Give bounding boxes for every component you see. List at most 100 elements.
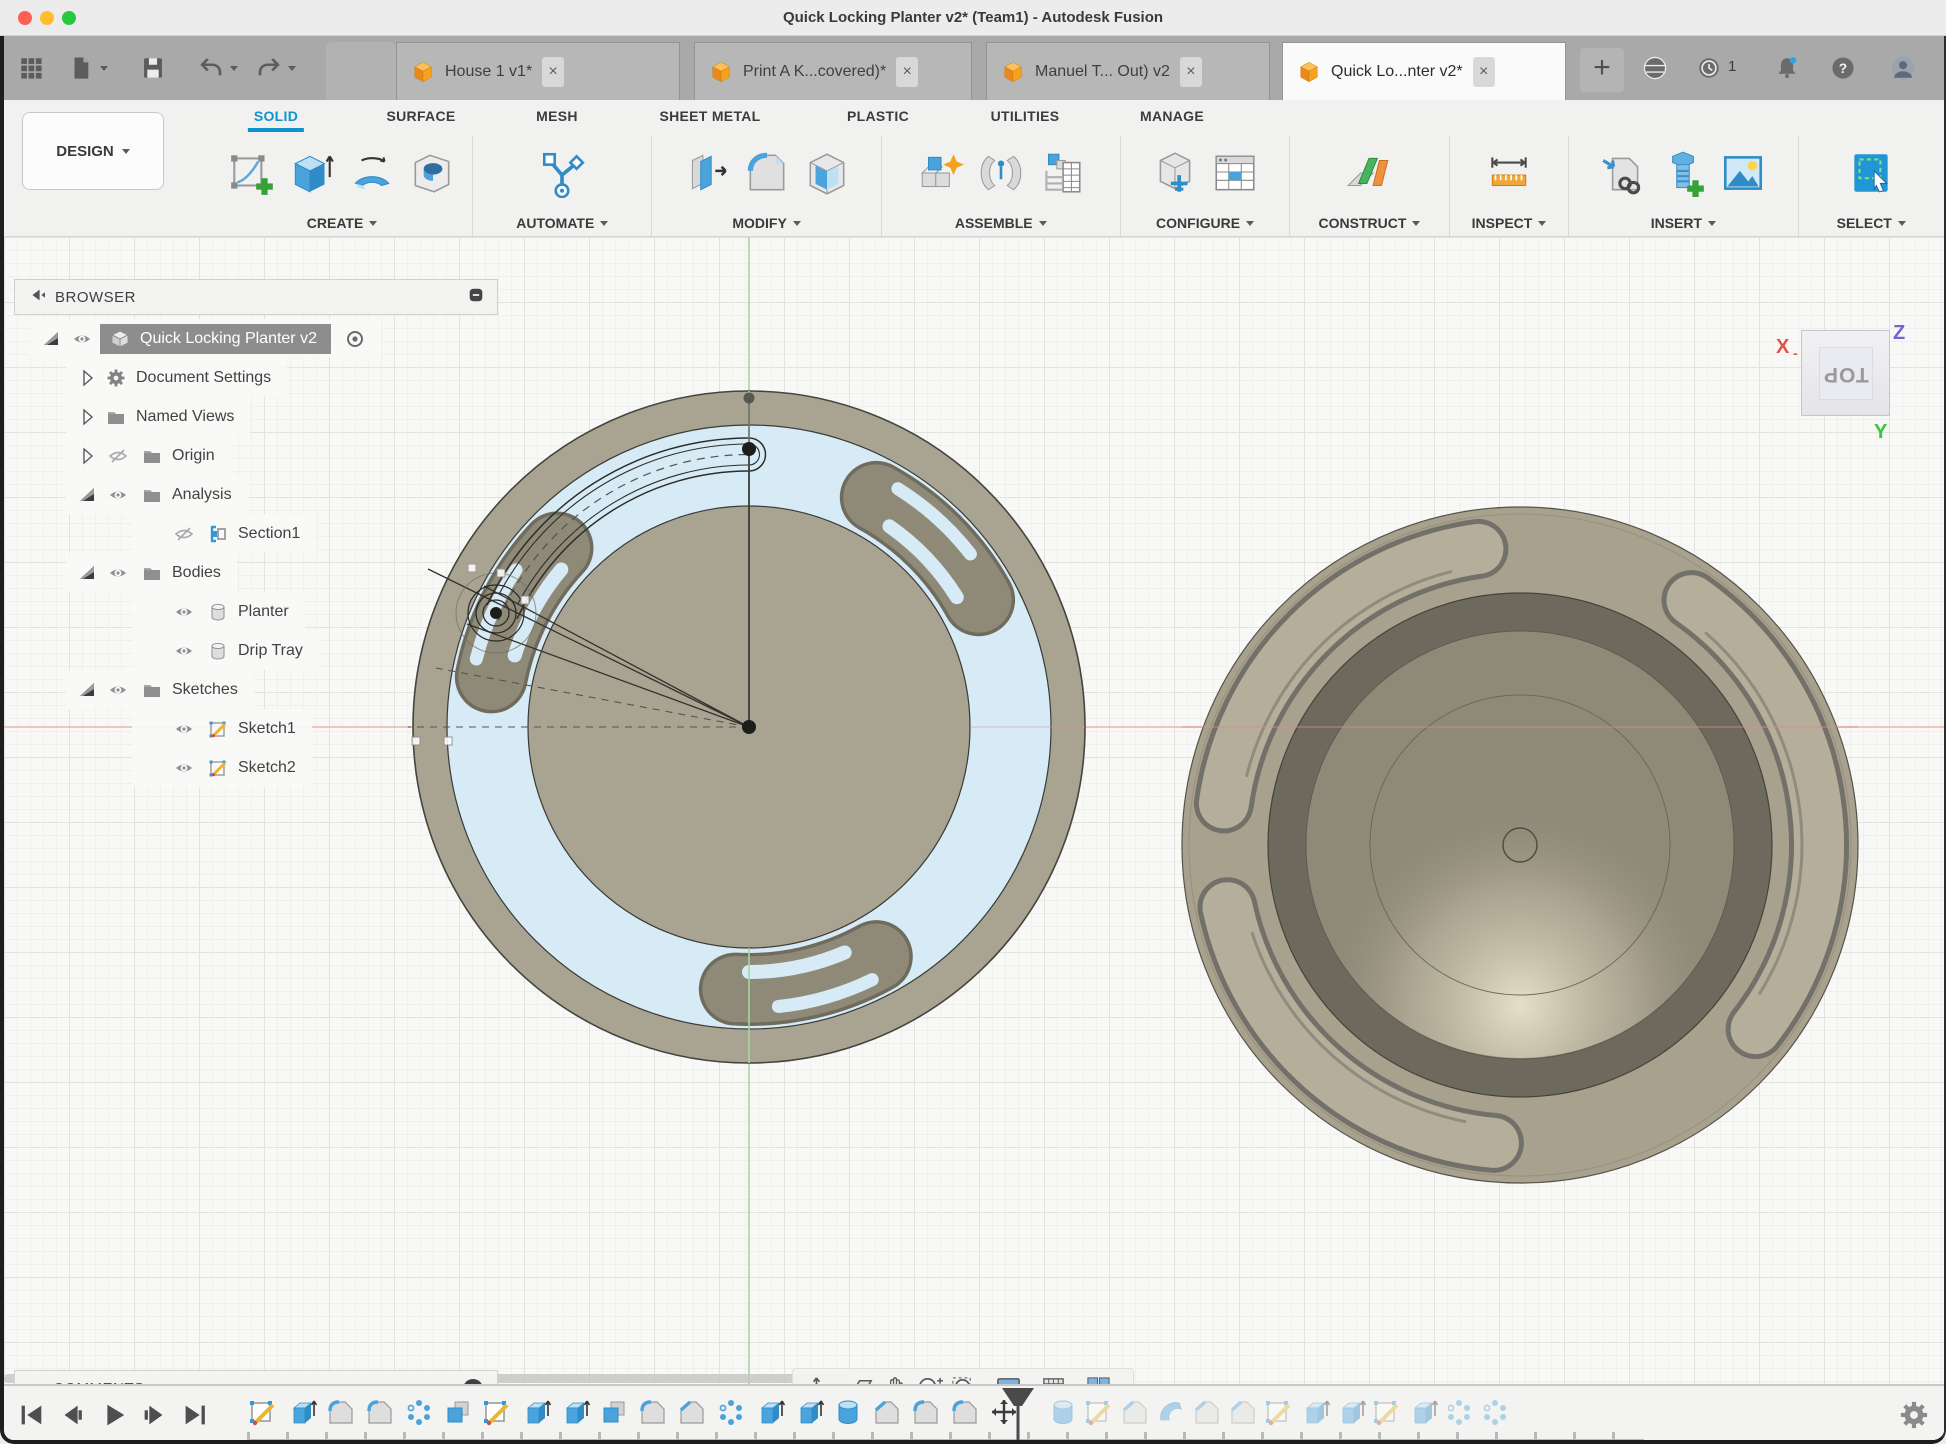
select-tool-icon[interactable]	[1846, 148, 1896, 198]
timeline-feature-pattern[interactable]	[403, 1396, 435, 1428]
ribbon-group-label[interactable]: CONSTRUCT	[1319, 210, 1421, 236]
timeline-skip-end-button[interactable]	[180, 1400, 210, 1430]
timeline-settings-gear-icon[interactable]	[1899, 1400, 1929, 1430]
browser-item-origin[interactable]: Origin	[66, 436, 231, 475]
ribbon-tab-solid[interactable]: SOLID	[254, 108, 298, 124]
construct-plane-icon[interactable]	[1344, 148, 1394, 198]
bom-icon[interactable]	[1036, 148, 1086, 198]
joint-icon[interactable]	[976, 148, 1026, 198]
undo-icon[interactable]	[196, 53, 226, 83]
timeline-future-feature-sketch[interactable]	[1083, 1396, 1115, 1428]
file-menu-caret[interactable]	[100, 66, 108, 71]
collapse-browser-icon[interactable]	[15, 286, 45, 309]
expander-expanded-icon[interactable]	[74, 563, 100, 583]
user-avatar[interactable]	[1888, 53, 1918, 83]
timeline-step-forward-button[interactable]	[139, 1400, 169, 1430]
timeline-feature-combine[interactable]	[442, 1396, 474, 1428]
timeline-future-feature-chamfer[interactable]	[1227, 1396, 1259, 1428]
timeline-future-feature-extrude[interactable]	[1407, 1396, 1439, 1428]
revolve-icon[interactable]	[347, 148, 397, 198]
browser-item-sketches[interactable]: Sketches	[66, 670, 254, 709]
timeline-step-back-button[interactable]	[57, 1400, 87, 1430]
browser-options-icon[interactable]	[455, 286, 485, 309]
timeline-feature-extrude[interactable]	[754, 1396, 786, 1428]
hole-icon[interactable]	[407, 148, 457, 198]
visibility-eye-icon[interactable]	[100, 485, 136, 505]
visibility-eye-icon[interactable]	[166, 719, 202, 739]
ribbon-tab-mesh[interactable]: MESH	[536, 108, 578, 124]
selected-item[interactable]: Quick Locking Planter v2	[100, 324, 331, 354]
timeline-feature-fillet[interactable]	[910, 1396, 942, 1428]
timeline-play-button[interactable]	[98, 1400, 128, 1430]
document-tab[interactable]: Quick Lo...nter v2*×	[1282, 42, 1566, 100]
extrude-icon[interactable]	[287, 148, 337, 198]
close-tab-icon[interactable]: ×	[1473, 57, 1495, 87]
save-icon[interactable]	[138, 53, 168, 83]
expander-expanded-icon[interactable]	[74, 485, 100, 505]
visibility-eye-icon[interactable]	[166, 641, 202, 661]
ribbon-tab-utilities[interactable]: UTILITIES	[991, 108, 1060, 124]
timeline-feature-cylinder[interactable]	[832, 1396, 864, 1428]
new-component-icon[interactable]	[916, 148, 966, 198]
timeline-feature-sketch[interactable]	[247, 1396, 279, 1428]
timeline-feature-fillet[interactable]	[949, 1396, 981, 1428]
visibility-eye-icon[interactable]	[64, 329, 100, 349]
visibility-eye-icon[interactable]	[166, 758, 202, 778]
browser-item-sketch1[interactable]: Sketch1	[132, 709, 312, 748]
timeline-feature-fillet[interactable]	[325, 1396, 357, 1428]
ribbon-group-label[interactable]: CONFIGURE	[1156, 210, 1254, 236]
timeline-feature-extrude[interactable]	[793, 1396, 825, 1428]
ribbon-group-label[interactable]: ASSEMBLE	[955, 210, 1047, 236]
timeline-skip-start-button[interactable]	[16, 1400, 46, 1430]
job-status-icon[interactable]	[1694, 53, 1724, 83]
timeline-feature-fillet[interactable]	[364, 1396, 396, 1428]
canvas-img-icon[interactable]	[1718, 148, 1768, 198]
timeline-future-feature-cylinder[interactable]	[1047, 1396, 1079, 1428]
timeline-future-feature-sketch[interactable]	[1371, 1396, 1403, 1428]
config-table-icon[interactable]	[1210, 148, 1260, 198]
measure-icon[interactable]	[1484, 148, 1534, 198]
timeline-future-feature-pattern[interactable]	[1443, 1396, 1475, 1428]
browser-panel-header[interactable]: BROWSER	[14, 279, 498, 315]
close-tab-icon[interactable]: ×	[896, 57, 918, 87]
create-sketch-icon[interactable]	[227, 148, 277, 198]
configure-icon[interactable]	[1150, 148, 1200, 198]
ribbon-group-label[interactable]: MODIFY	[732, 210, 800, 236]
press-pull-icon[interactable]	[682, 148, 732, 198]
browser-item-section1[interactable]: Section1	[132, 514, 316, 553]
timeline-feature-extrude[interactable]	[286, 1396, 318, 1428]
redo-icon[interactable]	[254, 53, 284, 83]
timeline-position-marker[interactable]	[998, 1386, 1038, 1444]
viewcube-top-face[interactable]: TOP	[1819, 347, 1873, 400]
home-tab-button[interactable]	[326, 42, 396, 100]
visibility-eye-icon[interactable]	[100, 680, 136, 700]
browser-item-bodies[interactable]: Bodies	[66, 553, 237, 592]
expander-collapsed-icon[interactable]	[74, 368, 100, 388]
browser-item-analysis[interactable]: Analysis	[66, 475, 248, 514]
automate-icon[interactable]	[537, 148, 587, 198]
timeline-future-feature-revolve[interactable]	[1155, 1396, 1187, 1428]
ribbon-group-label[interactable]: INSERT	[1651, 210, 1716, 236]
timeline-feature-extrude[interactable]	[520, 1396, 552, 1428]
document-tab[interactable]: House 1 v1*×	[396, 42, 680, 100]
browser-item-sketch2[interactable]: Sketch2	[132, 748, 312, 787]
timeline-feature-sketch[interactable]	[481, 1396, 513, 1428]
expander-collapsed-icon[interactable]	[74, 407, 100, 427]
document-tab[interactable]: Manuel T... Out) v2×	[986, 42, 1270, 100]
timeline-future-feature-extrude[interactable]	[1299, 1396, 1331, 1428]
browser-item-quick-locking-planter-v2[interactable]: Quick Locking Planter v2	[30, 319, 381, 358]
shell-icon[interactable]	[802, 148, 852, 198]
visibility-eye-icon[interactable]	[166, 602, 202, 622]
visibility-eye-icon[interactable]	[100, 563, 136, 583]
expander-collapsed-icon[interactable]	[74, 446, 100, 466]
extensions-icon[interactable]	[1640, 53, 1670, 83]
ribbon-group-label[interactable]: INSPECT	[1472, 210, 1547, 236]
visibility-eye-off-icon[interactable]	[100, 446, 136, 466]
workspace-switcher[interactable]: DESIGN	[22, 112, 164, 190]
expander-expanded-icon[interactable]	[74, 680, 100, 700]
ribbon-group-label[interactable]: SELECT	[1837, 210, 1906, 236]
timeline-future-feature-extrude[interactable]	[1335, 1396, 1367, 1428]
timeline-feature-extrude[interactable]	[559, 1396, 591, 1428]
close-tab-icon[interactable]: ×	[1180, 57, 1202, 87]
viewcube[interactable]: TOP	[1801, 330, 1890, 416]
